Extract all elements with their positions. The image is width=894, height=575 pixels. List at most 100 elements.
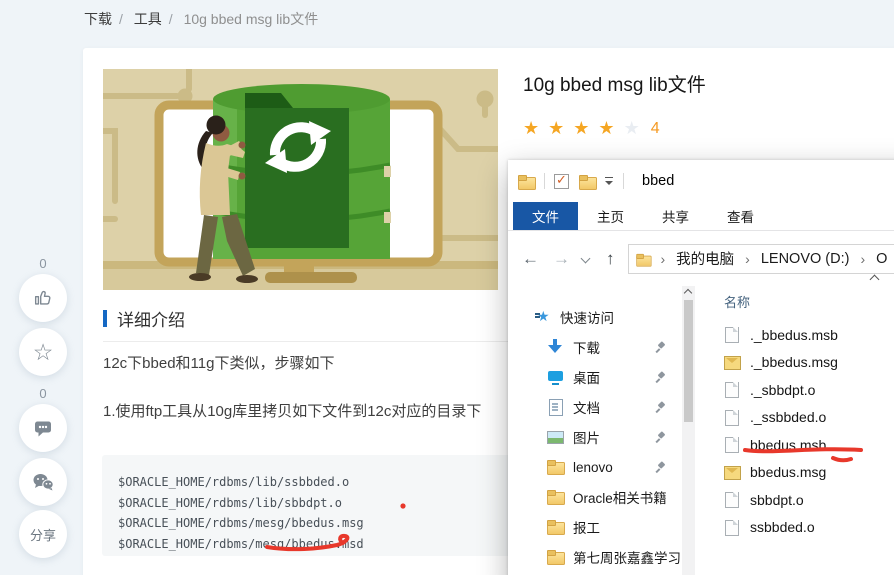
breadcrumb-item[interactable]: 下载 xyxy=(84,11,112,27)
pin-icon xyxy=(655,401,667,413)
star-icon xyxy=(548,118,564,138)
address-crumbs: › 我的电脑 › LENOVO (D:) › O xyxy=(652,248,890,269)
file-name: bbedus.msg xyxy=(750,464,827,481)
pin-icon xyxy=(655,371,667,383)
folder-icon[interactable] xyxy=(579,174,597,190)
pin-icon xyxy=(655,431,667,443)
checkbox-checked-icon[interactable] xyxy=(554,172,569,189)
nav-item-label: 第七周张嘉鑫学习 xyxy=(573,551,681,566)
like-button[interactable] xyxy=(19,274,67,322)
nav-item-label: 图片 xyxy=(573,431,600,446)
file-icon xyxy=(724,491,740,509)
nav-pane-scrollbar[interactable] xyxy=(682,286,695,575)
address-crumb[interactable]: O xyxy=(874,251,889,267)
file-row[interactable]: bbedus.msb xyxy=(724,431,894,459)
comment-count: 0 xyxy=(39,386,47,401)
file-row[interactable]: bbedus.msg xyxy=(724,459,894,487)
share-button[interactable]: 分享 xyxy=(19,510,67,558)
section-header: 详细介绍 xyxy=(103,306,185,331)
nav-pane-item[interactable]: 图片 xyxy=(508,422,695,452)
nav-item-label: 桌面 xyxy=(573,371,600,386)
address-folder-icon xyxy=(635,252,652,267)
explorer-body: 快速访问 下载 桌面 xyxy=(508,286,894,575)
wechat-icon xyxy=(33,474,54,491)
scrollbar-up-icon[interactable] xyxy=(685,289,691,295)
explorer-titlebar[interactable]: bbed xyxy=(508,160,894,202)
rating-value: 4 xyxy=(650,120,660,137)
like-count: 0 xyxy=(39,256,47,271)
window-title: bbed xyxy=(642,173,675,189)
nav-pane-item[interactable]: Oracle相关书籍 xyxy=(508,482,695,512)
star-icon xyxy=(598,118,614,138)
up-button[interactable] xyxy=(606,250,615,267)
ribbon-tab[interactable]: 主页 xyxy=(578,202,643,230)
file-row[interactable]: ._bbedus.msg xyxy=(724,349,894,377)
file-list-scrollbar-up-icon[interactable] xyxy=(870,274,880,284)
ribbon-tab[interactable]: 查看 xyxy=(708,202,773,230)
file-row[interactable]: ._bbedus.msb xyxy=(724,321,894,349)
file-name: ssbbded.o xyxy=(750,519,815,536)
breadcrumb-separator: / xyxy=(168,11,173,27)
nav-pane-item[interactable]: 第七周张嘉鑫学习 xyxy=(508,542,695,572)
nav-item-label: lenovo xyxy=(573,459,613,475)
breadcrumb-item[interactable]: 工具 xyxy=(134,11,162,27)
ribbon-tab[interactable]: 文件 xyxy=(513,202,578,230)
star-icon xyxy=(523,118,539,138)
ribbon-tabs: 文件 主页 共享 查看 xyxy=(508,202,894,231)
wechat-share-button[interactable] xyxy=(19,458,67,506)
star-icon xyxy=(624,118,640,138)
titlebar-separator xyxy=(544,173,545,189)
back-button[interactable] xyxy=(522,250,539,267)
comment-button[interactable] xyxy=(19,404,67,452)
address-bar[interactable]: › 我的电脑 › LENOVO (D:) › O xyxy=(627,243,894,274)
crumb-chevron-icon: › xyxy=(860,250,866,267)
ribbon-tab[interactable]: 共享 xyxy=(643,202,708,230)
nav-item-label: 文档 xyxy=(573,401,600,416)
file-icon xyxy=(724,381,740,399)
address-crumb[interactable]: LENOVO (D:) xyxy=(759,251,852,267)
recent-locations-chevron-icon[interactable] xyxy=(582,257,590,265)
pin-icon xyxy=(655,341,667,353)
nav-item-icon xyxy=(547,459,565,475)
nav-pane-item[interactable]: 桌面 xyxy=(508,362,695,392)
file-name: ._bbedus.msg xyxy=(750,354,838,371)
favorite-button[interactable] xyxy=(19,328,67,376)
file-rows: ._bbedus.msb ._bbedus.msg ._sbbdpt.o ._s… xyxy=(724,321,894,541)
qat-dropdown-caret-icon[interactable] xyxy=(604,176,614,186)
breadcrumb-separator: / xyxy=(119,11,123,27)
file-icon xyxy=(724,519,740,536)
file-icon xyxy=(724,464,741,481)
file-name: ._sbbdpt.o xyxy=(750,381,816,398)
page-title: 10g bbed msg lib文件 xyxy=(523,75,706,96)
address-crumb[interactable]: 我的电脑 xyxy=(674,248,736,269)
forward-button[interactable] xyxy=(553,250,570,267)
file-row[interactable]: ._ssbbded.o xyxy=(724,404,894,432)
file-row[interactable]: ssbbded.o xyxy=(724,514,894,542)
file-name: bbedus.msb xyxy=(750,436,827,453)
column-header-name[interactable]: 名称 xyxy=(724,292,894,311)
nav-item-icon xyxy=(547,429,564,445)
quick-access-root[interactable]: 快速访问 xyxy=(508,302,695,332)
nav-pane-item[interactable]: 报工 xyxy=(508,512,695,542)
quick-access-icon xyxy=(535,308,553,325)
file-row[interactable]: ._sbbdpt.o xyxy=(724,376,894,404)
file-row[interactable]: sbbdpt.o xyxy=(724,486,894,514)
sync-folder xyxy=(245,93,349,248)
breadcrumb-item[interactable]: 10g bbed msg lib文件 xyxy=(184,11,319,27)
database-sync-illustration xyxy=(103,69,498,290)
file-name: ._ssbbded.o xyxy=(750,409,827,426)
nav-pane-item[interactable]: 下载 xyxy=(508,332,695,362)
star-row xyxy=(523,118,649,139)
nav-pane-item[interactable]: lenovo xyxy=(508,452,695,482)
star-icon xyxy=(33,341,54,364)
scrollbar-thumb[interactable] xyxy=(684,300,693,422)
nav-item-label: Oracle相关书籍 xyxy=(573,491,667,506)
crumb-chevron-icon: › xyxy=(660,250,666,267)
file-list-pane: 名称 ._bbedus.msb ._bbedus.msg ._sbbdpt.o … xyxy=(695,286,894,575)
action-rail: 0 0 分享 xyxy=(19,256,67,558)
nav-item-icon xyxy=(547,489,565,505)
file-icon xyxy=(724,326,740,344)
quick-access-list: 下载 桌面 文档 图片 lenovo Oracle相关书籍 报工 第七周张嘉鑫学… xyxy=(508,332,695,572)
nav-pane-item[interactable]: 文档 xyxy=(508,392,695,422)
navigation-pane: 快速访问 下载 桌面 xyxy=(508,286,695,575)
